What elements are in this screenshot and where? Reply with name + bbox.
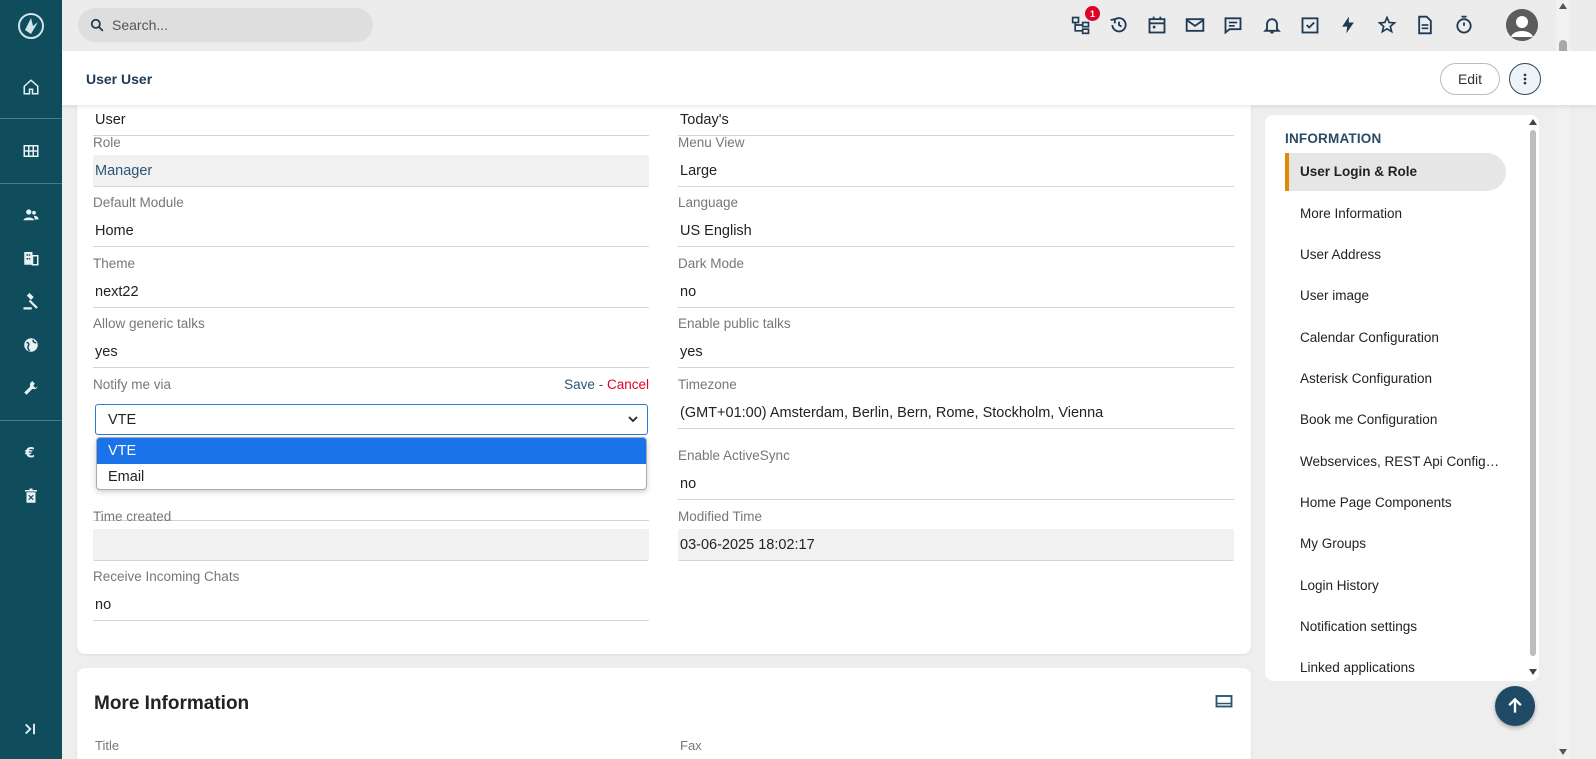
notification-count-badge: 1 xyxy=(1085,6,1100,21)
nav-home-page-components[interactable]: Home Page Components xyxy=(1285,484,1506,522)
field-modified-time: Modified Time 03-06-2025 18:02:17 xyxy=(678,509,1234,561)
option-email[interactable]: Email xyxy=(97,464,646,489)
monitor-icon[interactable] xyxy=(1215,693,1233,711)
gavel-icon[interactable] xyxy=(19,290,43,314)
field-allow-generic-talks: Allow generic talks yes xyxy=(93,316,649,368)
nav-linked-applications[interactable]: Linked applications xyxy=(1285,649,1506,681)
euro-icon[interactable]: € xyxy=(19,440,43,464)
nav-more-information[interactable]: More Information xyxy=(1285,195,1506,233)
cancel-link[interactable]: Cancel xyxy=(607,377,649,392)
field-enable-public-talks: Enable public talks yes xyxy=(678,316,1234,368)
history-icon[interactable] xyxy=(1107,13,1131,37)
field-receive-incoming-chats: Receive Incoming Chats no xyxy=(93,569,649,621)
globe-icon[interactable] xyxy=(19,333,43,357)
field-timezone: Timezone (GMT+01:00) Amsterdam, Berlin, … xyxy=(678,377,1234,429)
panel-scrollbar[interactable] xyxy=(1528,118,1538,678)
left-rail: € xyxy=(0,0,62,759)
page-scrollbar[interactable] xyxy=(1556,0,1570,759)
nav-login-history[interactable]: Login History xyxy=(1285,567,1506,605)
field-theme: Theme next22 xyxy=(93,256,649,308)
field-default-module: Default Module Home xyxy=(93,195,649,247)
information-nav-panel: INFORMATION User Login & Role More Infor… xyxy=(1265,115,1539,681)
kebab-menu-icon xyxy=(1523,73,1527,85)
global-search[interactable] xyxy=(78,8,373,42)
nav-user-login-role[interactable]: User Login & Role xyxy=(1285,153,1506,191)
nav-user-image[interactable]: User image xyxy=(1285,277,1506,315)
calendar-icon[interactable] xyxy=(1145,13,1169,37)
svg-text:€: € xyxy=(24,445,35,461)
breadcrumb[interactable]: User User xyxy=(86,71,152,87)
nav-calendar-configuration[interactable]: Calendar Configuration xyxy=(1285,319,1506,357)
section-title: More Information xyxy=(94,693,250,714)
field-fax-label: Fax xyxy=(680,738,702,753)
star-icon[interactable] xyxy=(1375,13,1399,37)
scroll-up-arrow-icon[interactable] xyxy=(1529,118,1537,126)
field-language: Language US English xyxy=(678,195,1234,247)
home-icon[interactable] xyxy=(19,75,43,99)
chat-icon[interactable] xyxy=(1221,13,1245,37)
arrow-up-icon xyxy=(1508,697,1522,713)
record-header: User User Edit xyxy=(62,51,1596,105)
search-icon xyxy=(90,18,104,32)
document-icon[interactable] xyxy=(1413,13,1437,37)
notify-me-via-select[interactable]: VTE xyxy=(95,404,648,435)
tasks-check-icon[interactable] xyxy=(1298,13,1322,37)
save-link[interactable]: Save xyxy=(564,377,595,392)
lightning-icon[interactable] xyxy=(1336,13,1360,37)
field-dark-mode: Dark Mode no xyxy=(678,256,1234,308)
more-information-card: More Information Title Fax xyxy=(77,668,1251,759)
field-menu-view: Menu View Large xyxy=(678,135,1234,187)
panel-title: INFORMATION xyxy=(1285,131,1382,146)
wrench-icon[interactable] xyxy=(19,376,43,400)
field-time-created: Time created xyxy=(93,509,649,561)
nav-webservices-rest-api[interactable]: Webservices, REST Api Configuration xyxy=(1285,443,1506,481)
scroll-down-arrow-icon[interactable] xyxy=(1529,668,1537,676)
page-scroll-up-icon[interactable] xyxy=(1559,2,1567,10)
contacts-icon[interactable] xyxy=(19,203,43,227)
panel-scroll-thumb[interactable] xyxy=(1530,130,1536,656)
nav-asterisk-configuration[interactable]: Asterisk Configuration xyxy=(1285,360,1506,398)
expand-rail-icon[interactable] xyxy=(19,717,43,741)
page-scroll-down-icon[interactable] xyxy=(1559,748,1567,756)
chevron-down-icon xyxy=(628,416,638,423)
more-options-button[interactable] xyxy=(1509,63,1541,95)
bell-icon[interactable] xyxy=(1260,13,1284,37)
mail-icon[interactable] xyxy=(1183,13,1207,37)
inline-edit-actions: Save - Cancel xyxy=(564,377,649,392)
field-role: Role Manager xyxy=(93,135,649,187)
notify-me-via-options: VTE Email xyxy=(96,437,647,490)
nav-notification-settings[interactable]: Notification settings xyxy=(1285,608,1506,646)
nav-user-address[interactable]: User Address xyxy=(1285,236,1506,274)
scroll-to-top-button[interactable] xyxy=(1495,686,1535,726)
user-avatar[interactable] xyxy=(1506,9,1538,41)
hierarchy-icon[interactable]: 1 xyxy=(1069,6,1100,37)
app-logo-icon[interactable] xyxy=(17,12,45,40)
nav-book-me-configuration[interactable]: Book me Configuration xyxy=(1285,401,1506,439)
nav-my-groups[interactable]: My Groups xyxy=(1285,525,1506,563)
search-input[interactable] xyxy=(112,17,352,33)
trash-icon[interactable] xyxy=(19,484,43,508)
edit-button[interactable]: Edit xyxy=(1440,63,1500,95)
field-enable-activesync: Enable ActiveSync no xyxy=(678,448,1234,500)
apps-grid-icon[interactable] xyxy=(19,139,43,163)
field-title-label: Title xyxy=(95,738,120,753)
top-bar: 1 xyxy=(62,0,1596,51)
stopwatch-icon[interactable] xyxy=(1452,13,1476,37)
accounts-building-icon[interactable] xyxy=(19,246,43,270)
option-vte[interactable]: VTE xyxy=(97,438,646,464)
field-notify-me-via: Notify me via Save - Cancel xyxy=(93,377,649,392)
